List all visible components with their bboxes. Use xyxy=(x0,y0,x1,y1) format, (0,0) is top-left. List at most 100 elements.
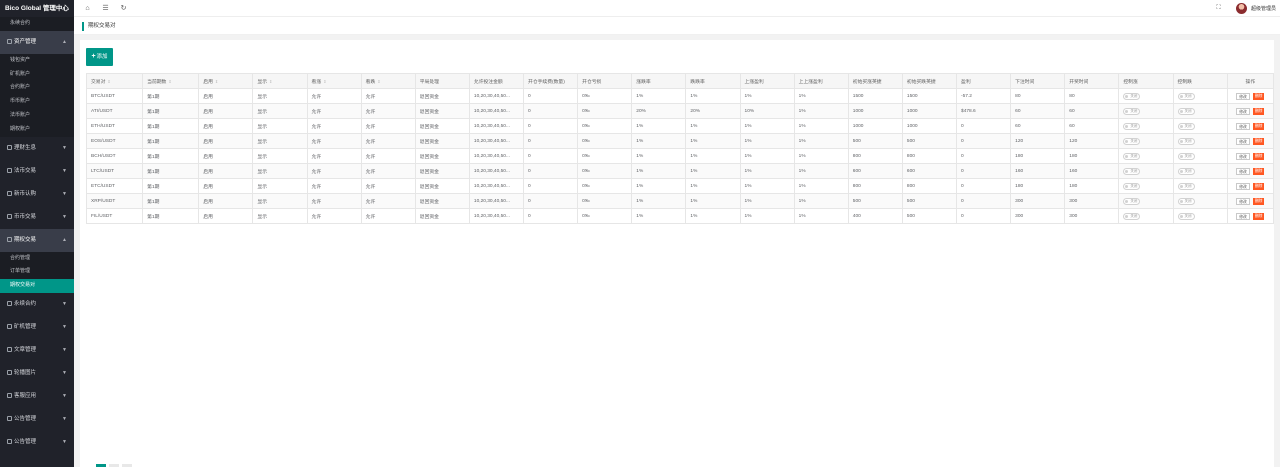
sidebar-sub-item[interactable]: 订单管理 xyxy=(0,265,74,279)
control-rise-switch[interactable]: 关闭 xyxy=(1123,197,1141,205)
admin-menu[interactable]: 超级管理员 xyxy=(1235,2,1276,15)
fullscreen-icon[interactable]: ⛶ xyxy=(1214,4,1223,13)
sidebar-group-header[interactable]: 客服应用 ▼ xyxy=(0,385,74,408)
table-cell: 1% xyxy=(685,118,741,134)
edit-button[interactable]: 修改 xyxy=(1236,137,1250,145)
sort-icon[interactable]: ⇕ xyxy=(377,79,380,84)
control-fall-switch[interactable]: 关闭 xyxy=(1177,182,1195,190)
table-cell: 退回资金 xyxy=(414,88,470,104)
sidebar-group-header[interactable]: 法币交易 ▼ xyxy=(0,160,74,183)
delete-button[interactable]: 删除 xyxy=(1252,197,1265,205)
delete-button[interactable]: 删除 xyxy=(1252,182,1265,190)
column-header[interactable]: 涨跌率 xyxy=(631,73,687,89)
tab-current[interactable]: 期权交易对 xyxy=(82,22,116,31)
delete-button[interactable]: 删除 xyxy=(1252,152,1265,160)
column-header[interactable]: 看涨 ⇕ xyxy=(306,73,362,89)
control-fall-switch[interactable]: 关闭 xyxy=(1177,152,1195,160)
edit-button[interactable]: 修改 xyxy=(1236,197,1250,205)
control-fall-switch[interactable]: 关闭 xyxy=(1177,197,1195,205)
switch-label: 关闭 xyxy=(1130,153,1138,158)
sidebar-sub-item[interactable]: 期权账户 xyxy=(0,123,74,137)
control-rise-switch[interactable]: 关闭 xyxy=(1123,212,1141,220)
sidebar-sub-item[interactable]: 合约管理 xyxy=(0,252,74,266)
sidebar-sub-item[interactable]: 法币账户 xyxy=(0,109,74,123)
column-header[interactable]: 平局处理 xyxy=(414,73,470,89)
control-fall-switch[interactable]: 关闭 xyxy=(1177,92,1195,100)
column-header[interactable]: 跌跌率 xyxy=(685,73,741,89)
switch-label: 关闭 xyxy=(1184,123,1192,128)
sidebar-sub-item[interactable]: 矿机账户 xyxy=(0,68,74,82)
column-header[interactable]: 初始买跌英捷 xyxy=(901,73,958,89)
edit-button[interactable]: 修改 xyxy=(1236,107,1250,115)
sidebar-group-header[interactable]: 矿机管理 ▼ xyxy=(0,316,74,339)
sidebar-group-header[interactable]: 币币交易 ▼ xyxy=(0,206,74,229)
sidebar-sub-item[interactable]: 合约账户 xyxy=(0,81,74,95)
column-header[interactable]: 允许投注金额 xyxy=(468,73,525,89)
home-icon[interactable]: ⌂ xyxy=(83,4,92,13)
edit-button[interactable]: 修改 xyxy=(1236,212,1250,220)
column-header[interactable]: 看跌 ⇕ xyxy=(360,73,416,89)
column-header[interactable]: 开奖时间 xyxy=(1064,73,1120,89)
sidebar-group-header[interactable]: 期权交易 ▲ xyxy=(0,228,74,252)
sidebar-group-header[interactable]: 理财生息 ▼ xyxy=(0,137,74,160)
edit-button[interactable]: 修改 xyxy=(1236,167,1250,175)
sidebar-group-header[interactable]: 文章管理 ▼ xyxy=(0,339,74,362)
delete-button[interactable]: 删除 xyxy=(1252,92,1265,100)
edit-button[interactable]: 修改 xyxy=(1236,122,1250,130)
column-header[interactable]: 开仓亏损 xyxy=(577,73,633,89)
delete-button[interactable]: 删除 xyxy=(1252,212,1265,220)
sidebar-group-header[interactable]: 资产管理 ▲ xyxy=(0,30,74,54)
column-header[interactable]: 初始买涨英捷 xyxy=(847,73,903,89)
delete-button[interactable]: 删除 xyxy=(1252,167,1265,175)
edit-button[interactable]: 修改 xyxy=(1236,182,1250,190)
control-fall-switch[interactable]: 关闭 xyxy=(1177,137,1195,145)
column-header[interactable]: 上上涨盈利 xyxy=(793,73,849,89)
table-cell: 允许 xyxy=(306,208,362,224)
refresh-icon[interactable]: ↻ xyxy=(119,4,128,13)
delete-button[interactable]: 删除 xyxy=(1252,122,1265,130)
column-header[interactable]: 开仓手续费(数量) xyxy=(523,73,579,89)
delete-button[interactable]: 删除 xyxy=(1252,137,1265,145)
control-rise-switch[interactable]: 关闭 xyxy=(1123,92,1141,100)
add-button[interactable]: +添加 xyxy=(86,48,113,66)
sort-icon[interactable]: ⇕ xyxy=(215,79,218,84)
column-header[interactable]: 显示 ⇕ xyxy=(252,73,308,89)
control-rise-switch[interactable]: 关闭 xyxy=(1123,137,1141,145)
column-header[interactable]: 盈利 xyxy=(956,73,1012,89)
control-rise-switch[interactable]: 关闭 xyxy=(1123,167,1141,175)
edit-button[interactable]: 修改 xyxy=(1236,152,1250,160)
sort-icon[interactable]: ⇕ xyxy=(323,79,326,84)
sort-icon[interactable]: ⇕ xyxy=(269,79,272,84)
control-rise-switch[interactable]: 关闭 xyxy=(1123,122,1141,130)
sidebar-group: 资产管理 ▲ 钱包资产 矿机账户 合约账户 币币账户 法币账户 期权账户 xyxy=(0,30,74,137)
delete-button[interactable]: 删除 xyxy=(1252,107,1265,115)
control-fall-switch[interactable]: 关闭 xyxy=(1177,122,1195,130)
menu-toggle-icon[interactable]: ☰ xyxy=(101,4,110,13)
table-header-row: 交易对 ⇕ 当前期数 ⇕ 启用 ⇕ 显示 ⇕ 看涨 ⇕ 看跌 ⇕ 平局处理 允许投注金额 开仓手续费(数量)… xyxy=(85,73,1275,89)
control-fall-switch[interactable]: 关闭 xyxy=(1177,212,1195,220)
sort-icon[interactable]: ⇕ xyxy=(107,79,110,84)
sidebar-sub-item[interactable]: 钱包资产 xyxy=(0,54,74,68)
table-cell-actions: 修改 删除 xyxy=(1226,163,1275,179)
table-cell: 允许 xyxy=(360,208,416,224)
edit-button[interactable]: 修改 xyxy=(1236,92,1250,100)
column-header[interactable]: 下注时间 xyxy=(1010,73,1066,89)
sidebar-group-header[interactable]: 轮播图片 ▼ xyxy=(0,362,74,385)
control-rise-switch[interactable]: 关闭 xyxy=(1123,107,1141,115)
sidebar-sub-item[interactable]: 期权交易对 xyxy=(0,279,74,293)
column-header[interactable]: 当前期数 ⇕ xyxy=(142,73,200,89)
sidebar-group-header[interactable]: 公告管理 ▼ xyxy=(0,408,74,431)
control-rise-switch[interactable]: 关闭 xyxy=(1123,182,1141,190)
control-rise-switch[interactable]: 关闭 xyxy=(1123,152,1141,160)
column-header[interactable]: 上涨盈利 xyxy=(739,73,795,89)
control-fall-switch[interactable]: 关闭 xyxy=(1177,167,1195,175)
sidebar-group-header[interactable]: 永续合约 ▼ xyxy=(0,293,74,316)
column-header[interactable]: 启用 ⇕ xyxy=(198,73,254,89)
sort-icon[interactable]: ⇕ xyxy=(168,79,171,84)
column-header[interactable]: 交易对 ⇕ xyxy=(85,73,144,89)
sidebar-group-header[interactable]: 新币认购 ▼ xyxy=(0,183,74,206)
sidebar-item-perpetual-top[interactable]: 永续合约 xyxy=(0,17,74,31)
sidebar-group-header[interactable]: 公告管理 ▼ xyxy=(0,431,74,454)
sidebar-sub-item[interactable]: 币币账户 xyxy=(0,95,74,109)
control-fall-switch[interactable]: 关闭 xyxy=(1177,107,1195,115)
